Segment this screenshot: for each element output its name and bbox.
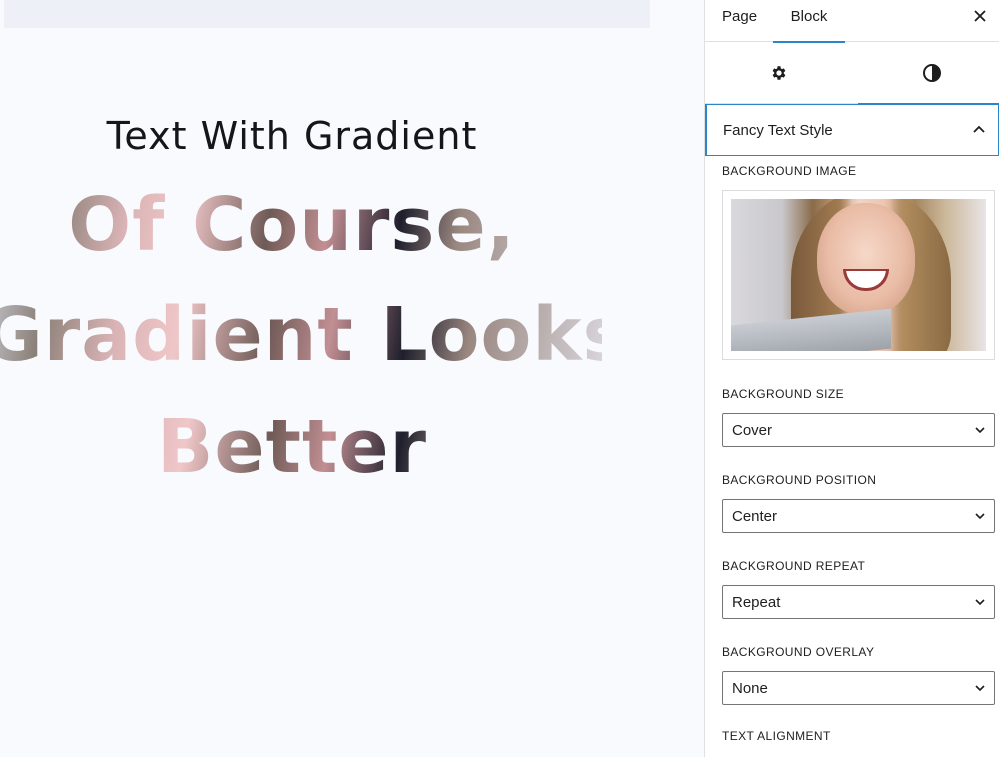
fancy-heading-line-1[interactable]: Of Course, [0,182,584,268]
background-repeat-value: Repeat [732,593,781,611]
background-overlay-select[interactable]: None [722,671,995,705]
background-size-select[interactable]: Cover [722,413,995,447]
close-icon[interactable] [969,6,991,28]
fancy-heading-line-2[interactable]: Gradient Looks [0,292,627,378]
gear-icon [772,66,785,80]
tab-styles[interactable] [858,42,999,105]
block-subtabs [705,42,999,105]
tab-block[interactable]: Block [773,8,845,43]
panel-title: Fancy Text Style [723,121,833,139]
background-image-picker[interactable] [722,190,995,360]
panel-body: BACKGROUND IMAGE BACKGROUND SIZE Cover B… [705,164,999,757]
chevron-down-icon [975,599,985,606]
background-position-label: BACKGROUND POSITION [722,473,877,487]
tab-settings[interactable] [705,42,852,104]
contrast-icon [922,64,941,82]
background-size-value: Cover [732,421,773,439]
tab-page[interactable]: Page [722,8,757,42]
sidebar-tabs: Page Block [705,0,999,43]
close-icon-glyph [974,10,986,22]
chevron-down-icon [975,513,985,520]
editor-canvas: Text With Gradient Of Course, Gradient L… [0,0,704,757]
background-position-select[interactable]: Center [722,499,995,533]
plain-heading[interactable]: Text With Gradient [0,114,584,158]
chevron-down-icon [975,685,985,692]
background-repeat-select[interactable]: Repeat [722,585,995,619]
fancy-heading-line-3[interactable]: Better [0,404,584,490]
photo-face [817,203,915,315]
chevron-up-icon [973,125,985,133]
text-alignment-label: TEXT ALIGNMENT [722,729,831,743]
background-position-value: Center [732,507,778,525]
background-repeat-label: BACKGROUND REPEAT [722,559,866,573]
chevron-down-icon [975,427,985,434]
settings-sidebar: Page Block Fancy Text Style BACKGROUND I… [704,0,999,757]
background-size-label: BACKGROUND SIZE [722,387,845,401]
canvas-top-block [4,0,650,28]
background-overlay-label: BACKGROUND OVERLAY [722,645,875,659]
fancy-text-style-panel-toggle[interactable]: Fancy Text Style [705,104,999,156]
background-image-preview [731,199,986,351]
background-overlay-value: None [732,679,768,697]
background-image-label: BACKGROUND IMAGE [722,164,857,178]
